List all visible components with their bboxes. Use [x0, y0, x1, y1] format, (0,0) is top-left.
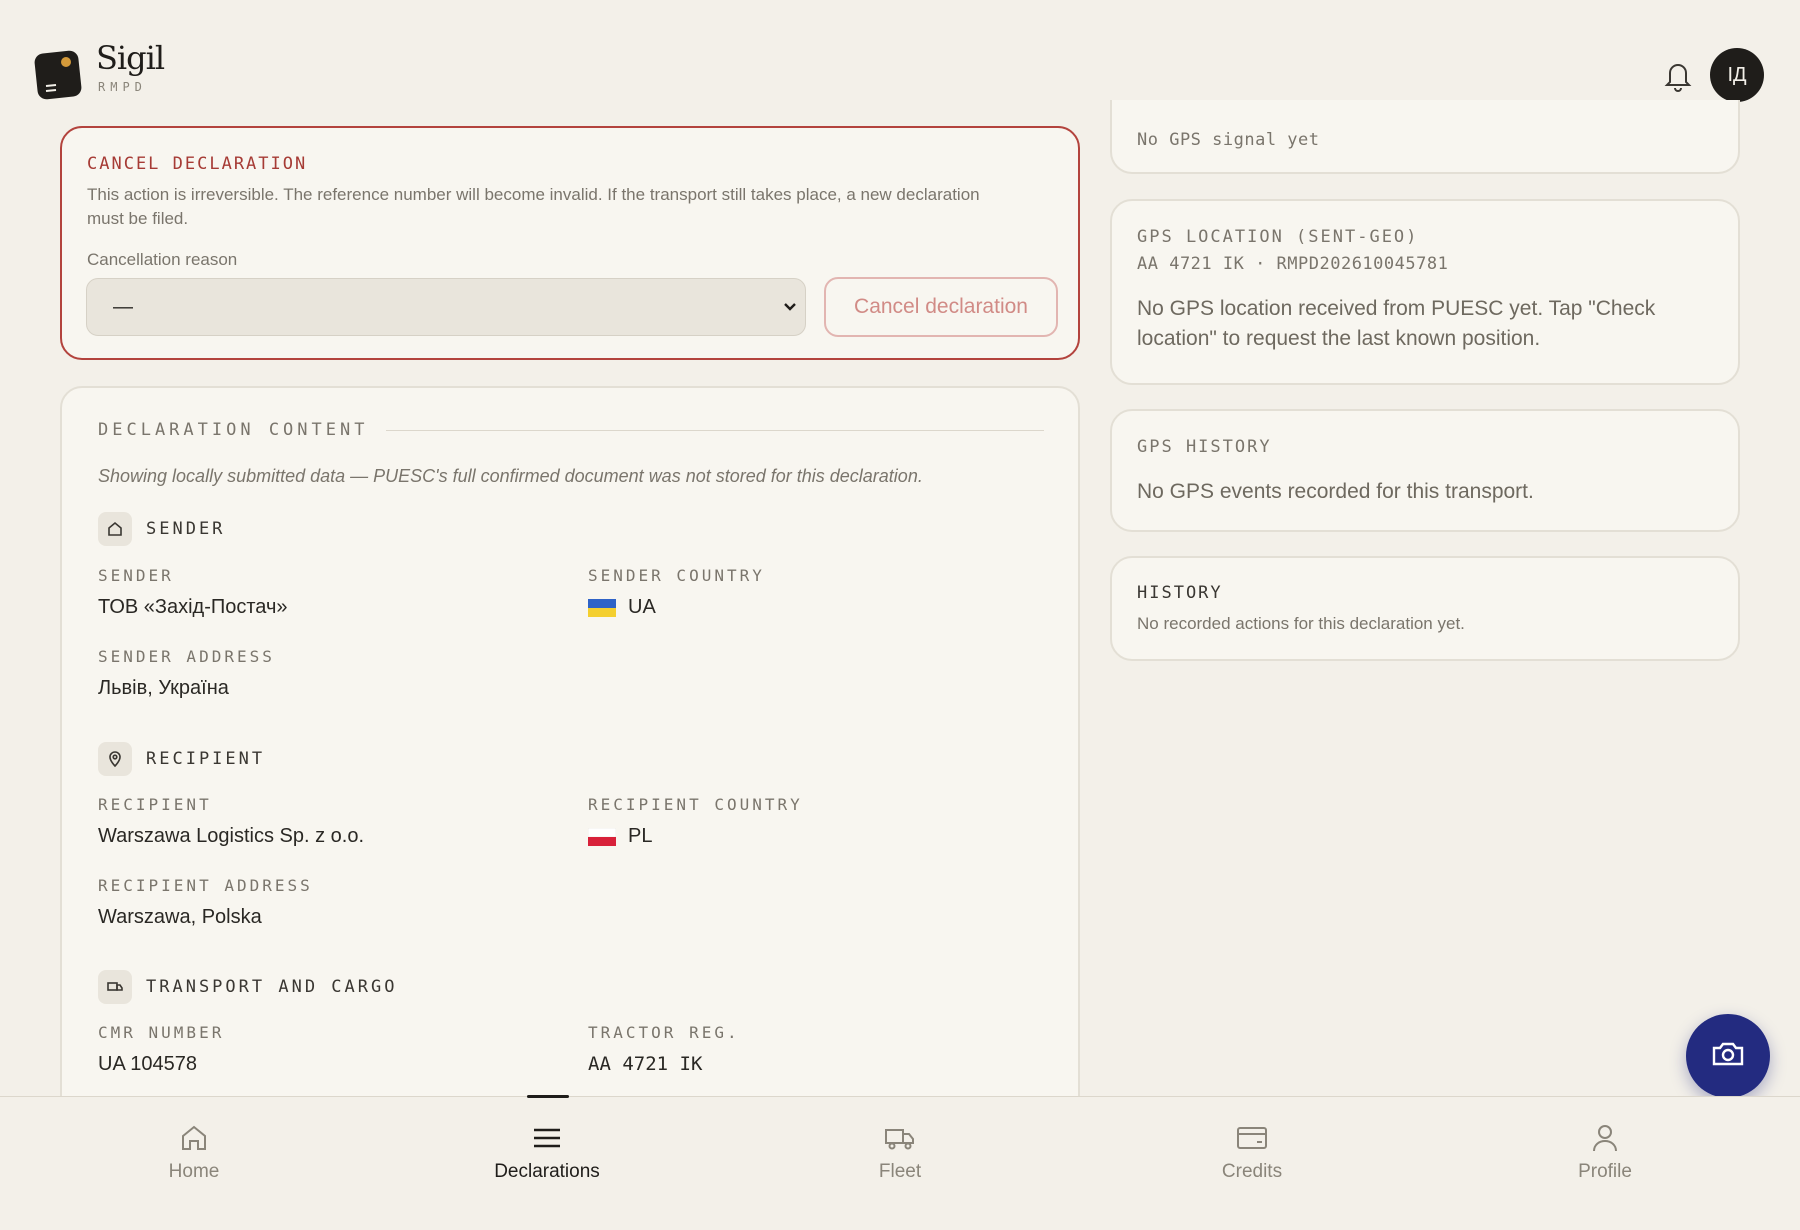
gps-location-message: No GPS location received from PUESC yet.…: [1137, 297, 1656, 350]
nav-credits[interactable]: Credits: [1172, 1121, 1332, 1183]
tractor-reg-label: TRACTOR REG.: [588, 1023, 740, 1042]
history-title: HISTORY: [1137, 583, 1223, 603]
recipient-country-value: PL: [587, 825, 653, 848]
declaration-content-title: DECLARATION CONTENT: [98, 420, 369, 440]
brand: Sigil RMPD: [96, 39, 165, 94]
chevron-down-icon: [781, 297, 799, 315]
nav-profile[interactable]: Profile: [1525, 1121, 1685, 1183]
sender-group-title: SENDER: [146, 519, 226, 539]
bottom-navigation: Home Declarations Fleet Credits Profile: [0, 1095, 1800, 1230]
gps-history-title: GPS HISTORY: [1137, 437, 1272, 457]
recipient-address-label: RECIPIENT ADDRESS: [98, 876, 313, 895]
tractor-reg-value: AA 4721 IK: [588, 1053, 703, 1075]
avatar[interactable]: ІД: [1710, 48, 1764, 102]
nav-declarations[interactable]: Declarations: [467, 1121, 627, 1183]
cancellation-reason-select[interactable]: —: [86, 278, 806, 336]
truck-icon: [98, 970, 132, 1004]
recipient-group-title: RECIPIENT: [146, 749, 266, 769]
credit-card-icon: [1235, 1121, 1269, 1155]
recipient-country-code: PL: [628, 825, 653, 847]
user-icon: [1588, 1121, 1622, 1155]
gps-status-text: No GPS signal yet: [1137, 130, 1320, 150]
gps-history-message: No GPS events recorded for this transpor…: [1137, 480, 1534, 503]
cancellation-reason-label: Cancellation reason: [87, 250, 238, 269]
recipient-address-value: Warszawa, Polska: [98, 906, 262, 928]
recipient-label: RECIPIENT: [98, 795, 212, 814]
divider: [386, 429, 1044, 431]
pl-flag-icon: [587, 827, 617, 846]
recipient-country-label: RECIPIENT COUNTRY: [588, 795, 803, 814]
nav-fleet[interactable]: Fleet: [820, 1121, 980, 1183]
sender-group-header: SENDER: [98, 512, 225, 546]
camera-fab-button[interactable]: [1686, 1014, 1770, 1098]
nav-credits-label: Credits: [1221, 1161, 1283, 1182]
history-card: HISTORY No recorded actions for this dec…: [1110, 556, 1740, 661]
cmr-number-value: UA 104578: [98, 1053, 197, 1075]
gps-history-card: GPS HISTORY No GPS events recorded for t…: [1110, 409, 1740, 532]
bell-icon[interactable]: [1664, 60, 1692, 92]
sender-address-label: SENDER ADDRESS: [98, 647, 275, 666]
sender-country-code: UA: [628, 596, 656, 618]
nav-declarations-label: Declarations: [494, 1161, 600, 1182]
brand-name: Sigil: [96, 39, 165, 77]
gps-location-card: GPS LOCATION (SENT-GEO) AA 4721 IK · RMP…: [1110, 199, 1740, 385]
sender-value: ТОВ «Захід-Постач»: [98, 596, 288, 618]
ua-flag-icon: [588, 598, 616, 617]
truck-icon: [883, 1121, 917, 1155]
cmr-number-label: CMR NUMBER: [98, 1023, 225, 1042]
brand-subtitle: RMPD: [98, 80, 147, 94]
gps-location-reference: AA 4721 IK · RMPD202610045781: [1137, 254, 1449, 274]
nav-home[interactable]: Home: [114, 1121, 274, 1183]
sigil-logo-icon[interactable]: [34, 48, 84, 100]
sender-address-value: Львів, Україна: [98, 677, 229, 699]
cancel-declaration-card: CANCEL DECLARATION This action is irreve…: [60, 126, 1080, 360]
nav-fleet-label: Fleet: [878, 1161, 922, 1182]
sender-country-value: UA: [588, 596, 656, 619]
gps-location-title: GPS LOCATION (SENT-GEO): [1137, 227, 1419, 247]
menu-icon: [530, 1121, 564, 1155]
history-message: No recorded actions for this declaration…: [1137, 614, 1465, 633]
cancellation-reason-value: —: [113, 295, 133, 318]
active-tab-indicator: [527, 1095, 569, 1098]
home-outline-icon: [98, 512, 132, 546]
transport-group-title: TRANSPORT AND CARGO: [146, 977, 398, 997]
declaration-content-header: DECLARATION CONTENT: [98, 420, 1044, 440]
cancel-title: CANCEL DECLARATION: [87, 154, 308, 174]
transport-group-header: TRANSPORT AND CARGO: [98, 970, 397, 1004]
nav-profile-label: Profile: [1578, 1161, 1632, 1182]
map-pin-icon: [98, 742, 132, 776]
camera-icon: [1711, 1040, 1745, 1073]
recipient-group-header: RECIPIENT: [98, 742, 265, 776]
home-icon: [177, 1121, 211, 1155]
sender-label: SENDER: [98, 566, 174, 585]
sender-country-label: SENDER COUNTRY: [588, 566, 765, 585]
recipient-value: Warszawa Logistics Sp. z o.o.: [98, 825, 365, 847]
gps-status-card: No GPS signal yet: [1110, 100, 1740, 174]
cancel-description: This action is irreversible. The referen…: [87, 185, 980, 228]
cancel-declaration-button[interactable]: Cancel declaration: [824, 277, 1058, 337]
nav-home-label: Home: [168, 1161, 220, 1182]
local-data-notice: Showing locally submitted data — PUESC's…: [98, 466, 923, 486]
